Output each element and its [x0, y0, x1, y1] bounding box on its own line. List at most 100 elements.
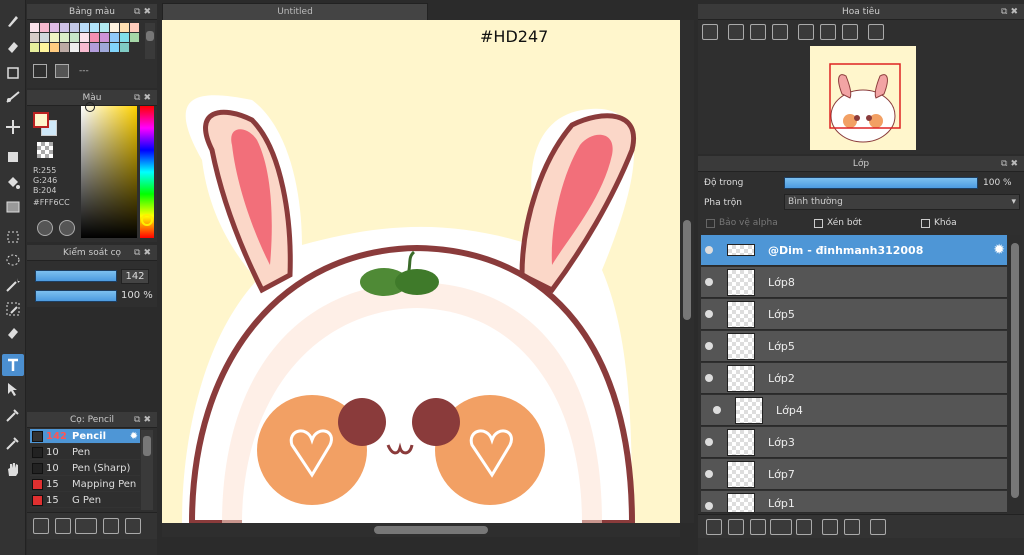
visibility-eye-icon[interactable] — [705, 502, 713, 510]
brush-item[interactable]: 10 Pen — [30, 445, 140, 460]
new-layer-1bit-icon[interactable] — [750, 519, 766, 535]
new-layer-icon[interactable] — [706, 519, 722, 535]
brush-size-value[interactable]: 142 — [121, 269, 149, 284]
add-brush-dropdown-icon[interactable] — [75, 518, 97, 534]
gradient-tool-icon[interactable] — [2, 196, 24, 218]
visibility-eye-icon[interactable] — [705, 342, 713, 350]
palette-swatch[interactable] — [100, 33, 109, 42]
palette-swatch[interactable] — [70, 43, 79, 52]
layer-row[interactable]: Lớp3 — [701, 427, 1007, 458]
visibility-eye-icon[interactable] — [705, 470, 713, 478]
select-pen-tool-icon[interactable] — [2, 298, 24, 320]
layer-row[interactable]: Lớp4 — [701, 395, 1007, 426]
move-tool-icon[interactable] — [2, 116, 24, 138]
layer-row[interactable]: @Dim - đinhmanh312008 ✹ — [701, 235, 1007, 266]
drawing-canvas[interactable]: #HD247 — [162, 20, 680, 523]
new-brush-icon[interactable] — [55, 518, 71, 534]
visibility-eye-icon[interactable] — [705, 438, 713, 446]
clipping-checkbox[interactable] — [814, 219, 823, 228]
canvas-tab[interactable]: Untitled — [162, 3, 428, 20]
canvas-horizontal-scrollbar[interactable] — [162, 523, 680, 537]
rotate-left-icon[interactable] — [798, 24, 814, 40]
palette-swatch[interactable] — [100, 43, 109, 52]
palette-swatch[interactable] — [80, 43, 89, 52]
brush-item[interactable]: 10 Pen (Sharp) — [30, 461, 140, 476]
palette-swatch[interactable] — [130, 33, 139, 42]
panel-float-close-icons[interactable]: ⧉✖ — [134, 90, 154, 106]
brush-size-slider[interactable] — [35, 270, 117, 282]
actual-size-icon[interactable] — [750, 24, 766, 40]
palette-swatch[interactable] — [40, 43, 49, 52]
palette-swatch[interactable] — [30, 43, 39, 52]
palette-swatch[interactable] — [60, 43, 69, 52]
brush-settings-icon[interactable] — [103, 518, 119, 534]
merge-layer-icon[interactable] — [844, 519, 860, 535]
palette-swatch[interactable] — [50, 23, 59, 32]
line-tool-icon[interactable] — [2, 86, 24, 108]
rotate-right-icon[interactable] — [842, 24, 858, 40]
layer-list-scrollbar[interactable] — [1008, 235, 1022, 513]
color-set-icon[interactable] — [59, 220, 75, 236]
visibility-eye-icon[interactable] — [705, 278, 713, 286]
palette-swatch[interactable] — [110, 43, 119, 52]
main-color-swatch[interactable] — [33, 112, 49, 128]
color-wheel-icon[interactable] — [37, 220, 53, 236]
hue-slider-handle[interactable] — [141, 214, 153, 226]
palette-swatch[interactable] — [90, 43, 99, 52]
palette-swatch[interactable] — [120, 23, 129, 32]
brush-item[interactable]: 142 Pencil ✹ — [30, 429, 140, 444]
hand-tool-icon[interactable] — [2, 458, 24, 480]
visibility-eye-icon[interactable] — [705, 246, 713, 254]
bucket-tool-icon[interactable] — [2, 172, 24, 194]
palette-swatch[interactable] — [30, 23, 39, 32]
canvas-vertical-scrollbar[interactable] — [680, 20, 694, 523]
brush-folder-icon[interactable] — [125, 518, 141, 534]
fit-window-icon[interactable] — [820, 24, 836, 40]
lock-checkbox[interactable] — [921, 219, 930, 228]
palette-swatch[interactable] — [120, 33, 129, 42]
layer-row[interactable]: Lớp8 — [701, 267, 1007, 298]
zoom-in-icon[interactable] — [728, 24, 744, 40]
text-tool-icon[interactable] — [2, 354, 24, 376]
panel-float-close-icons[interactable]: ⧉✖ — [1001, 4, 1021, 20]
add-layer-dropdown-icon[interactable] — [770, 519, 792, 535]
lasso-tool-icon[interactable] — [2, 250, 24, 272]
palette-swatch[interactable] — [130, 23, 139, 32]
palette-swatch[interactable] — [60, 33, 69, 42]
zoom-fit-icon[interactable] — [702, 24, 718, 40]
navigator-preview[interactable] — [810, 46, 916, 150]
panel-float-close-icons[interactable]: ⧉✖ — [134, 412, 154, 428]
color-picker-square[interactable] — [81, 106, 137, 238]
palette-swatch[interactable] — [80, 33, 89, 42]
layer-gear-icon[interactable]: ✹ — [993, 242, 1005, 258]
eyedropper-tool-icon[interactable] — [2, 404, 24, 426]
palette-swatch[interactable] — [90, 33, 99, 42]
flip-horizontal-icon[interactable] — [868, 24, 884, 40]
gear-icon[interactable]: ✹ — [130, 429, 138, 444]
visibility-eye-icon[interactable] — [713, 406, 721, 414]
brush-item[interactable]: 15 G Pen — [30, 493, 140, 508]
palette-swatch[interactable] — [110, 23, 119, 32]
palette-scrollbar[interactable] — [145, 23, 155, 59]
duplicate-layer-icon[interactable] — [822, 519, 838, 535]
layer-row[interactable]: Lớp5 — [701, 299, 1007, 330]
palette-swatch[interactable] — [120, 43, 129, 52]
protect-alpha-checkbox[interactable] — [706, 219, 715, 228]
brush-item[interactable]: 15 Mapping Pen — [30, 477, 140, 492]
operation-tool-icon[interactable] — [2, 378, 24, 400]
palette-swatch[interactable] — [30, 33, 39, 42]
layer-row[interactable]: Lớp7 — [701, 459, 1007, 490]
panel-float-close-icons[interactable]: ⧉✖ — [134, 4, 154, 20]
palette-swatch[interactable] — [100, 23, 109, 32]
layer-row[interactable]: Lớp5 — [701, 331, 1007, 362]
brush-opacity-slider[interactable] — [35, 290, 117, 302]
delete-palette-icon[interactable] — [55, 64, 69, 78]
panel-float-close-icons[interactable]: ⧉✖ — [134, 245, 154, 261]
new-palette-icon[interactable] — [33, 64, 47, 78]
layer-opacity-slider[interactable] — [784, 177, 978, 189]
layer-folder-icon[interactable] — [796, 519, 812, 535]
fill-rect-tool-icon[interactable] — [2, 146, 24, 168]
palette-swatch[interactable] — [40, 23, 49, 32]
blend-mode-select[interactable]: Bình thường ▾ — [784, 194, 1020, 210]
palette-swatch[interactable] — [110, 33, 119, 42]
